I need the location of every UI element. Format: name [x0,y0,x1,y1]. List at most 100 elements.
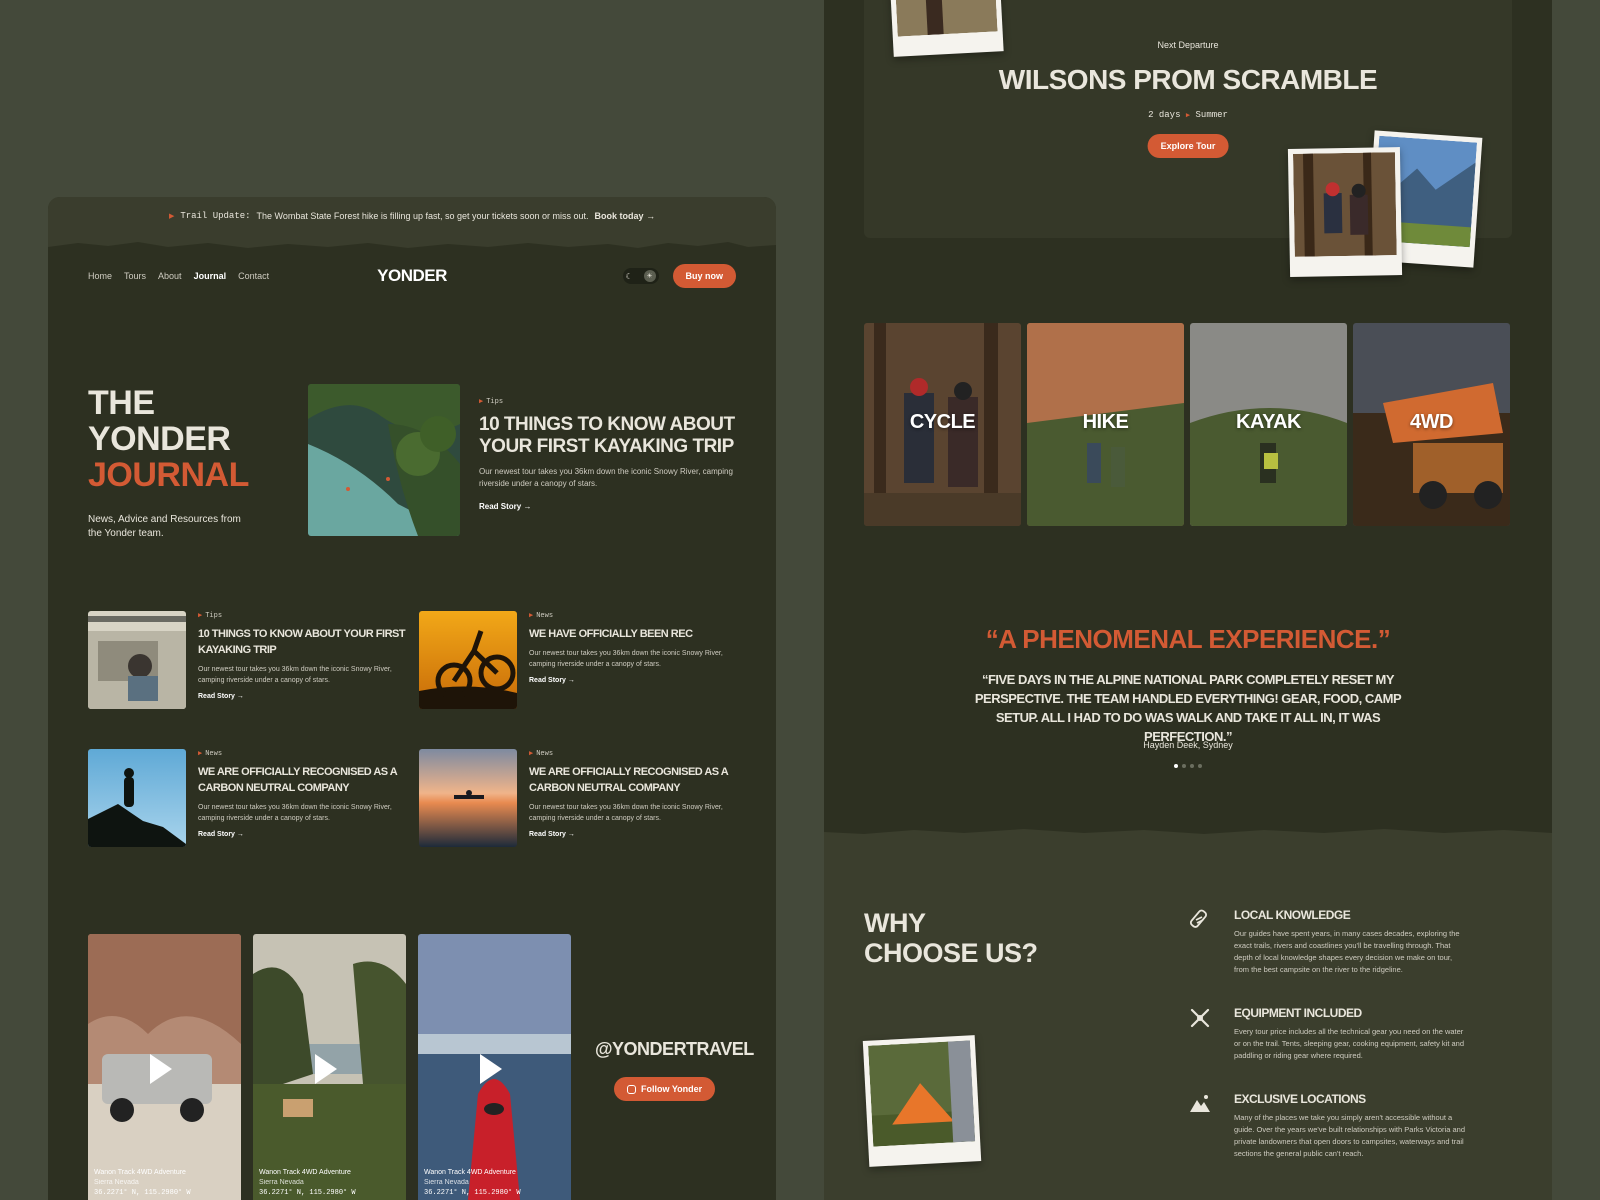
arrow-right-icon: → [236,693,244,700]
article-title: We have officially been rec [529,628,693,640]
trail-update-message: The Wombat State Forest hike is filling … [256,211,589,221]
activity-label: Kayak [1236,411,1301,433]
activity-hike[interactable]: Hike [1027,323,1184,526]
departure-label: Next Departure [1157,40,1219,50]
play-icon[interactable] [150,1054,172,1084]
activity-label: Cycle [909,411,976,433]
activity-kayak[interactable]: Kayak [1190,323,1347,526]
explore-tour-button[interactable]: Explore Tour [1147,134,1229,158]
nav-actions: ☾ ☀ Buy now [622,264,736,288]
article-card[interactable]: ▶ News We are officially recognised as a … [88,749,407,847]
article-card[interactable]: ▶ News We have officially been rec Our ne… [419,611,738,709]
feature-text: Our guides have spent years, in many cas… [1234,929,1460,974]
nav-tours[interactable]: Tours [124,271,146,281]
carousel-dots [824,764,1552,768]
article-card[interactable]: ▶ Tips 10 things to know about your first… [88,611,407,709]
carousel-dot[interactable] [1174,764,1178,768]
testimonial-author: Hayden Deek, Sydney [1143,740,1233,750]
article-thumbnail [419,611,517,709]
activity-cycle[interactable]: Cycle [864,323,1021,526]
article-excerpt: Our newest tour takes you 36km down the … [198,804,392,822]
triangle-icon: ▶ [529,750,534,758]
arrow-right-icon: → [567,831,575,838]
carousel-dot[interactable] [1198,764,1202,768]
play-icon[interactable] [315,1054,337,1084]
article-title: 10 things to know about your first kayak… [198,628,406,656]
article-title: We are officially recognised as a carbon… [198,766,397,794]
article-title: We are officially recognised as a carbon… [529,766,728,794]
article-tag: ▶ Tips [479,398,504,406]
arrow-right-icon: → [567,677,575,684]
book-today-link[interactable]: Book today → [595,211,656,221]
article-thumbnail [88,611,186,709]
testimonial-headline: “A phenomenal experience.” [985,624,1391,654]
featured-image[interactable] [308,384,460,536]
arrow-right-icon: → [236,831,244,838]
activity-4wd[interactable]: 4WD [1353,323,1510,526]
video-card[interactable]: Wanon Track 4WD Adventure Sierra Nevada … [88,934,241,1200]
triangle-icon: ▶ [479,398,484,406]
ridge-divider [48,235,776,253]
activity-label: 4WD [1410,411,1453,433]
activity-tiles: Cycle Hike Kayak 4WD [864,323,1510,526]
arrow-right-icon: → [523,502,532,511]
article-tag: ▶ News [529,750,554,758]
nav-contact[interactable]: Contact [238,271,269,281]
feature-title: Local Knowledge [1234,908,1351,922]
feature-equipment-included: Equipment Included Every tour price incl… [1188,1006,1468,1062]
nav-home[interactable]: Home [88,271,112,281]
video-card[interactable]: Wanon Track 4WD Adventure Sierra Nevada … [418,934,571,1200]
triangle-icon: ▶ [168,213,175,220]
play-icon[interactable] [480,1054,502,1084]
departure-meta: 2 days ▶ Summer [1148,110,1228,120]
video-caption: Wanon Track 4WD Adventure Sierra Nevada … [424,1169,521,1197]
read-story-link[interactable]: Read Story → [198,831,407,838]
featured-title[interactable]: 10 things to know about your first kayak… [479,414,739,458]
nav-journal[interactable]: Journal [194,271,227,281]
polaroid-photo [862,1035,982,1167]
follow-button[interactable]: Follow Yonder [614,1077,716,1101]
testimonial-quote: “Five days in the Alpine National Park c… [974,672,1402,744]
read-story-link[interactable]: Read Story → [479,502,739,511]
feature-local-knowledge: Local Knowledge Our guides have spent ye… [1188,908,1468,976]
why-title: Why choose us? [864,908,1038,968]
triangle-icon: ▶ [1185,112,1191,120]
activity-label: Hike [1082,411,1129,433]
title-line-3: Journal [88,456,249,494]
video-card[interactable]: Wanon Track 4WD Adventure Sierra Nevada … [253,934,406,1200]
video-caption: Wanon Track 4WD Adventure Sierra Nevada … [259,1169,356,1197]
feature-title: Exclusive Locations [1234,1092,1366,1106]
article-tag: ▶ News [198,750,223,758]
compass-icon [1188,908,1212,932]
departure-title: Wilsons Prom Scramble [998,64,1378,95]
article-excerpt: Our newest tour takes you 36km down the … [198,666,392,684]
carousel-dot[interactable] [1190,764,1194,768]
article-tag: ▶ News [529,612,554,620]
trail-update-bar: ▶ Trail Update: The Wombat State Forest … [48,197,776,235]
carousel-dot[interactable] [1182,764,1186,768]
title-line-2: Yonder [88,420,231,458]
polaroid-photo [1287,147,1403,277]
triangle-icon: ▶ [198,750,203,758]
article-card[interactable]: ▶ News We are officially recognised as a … [419,749,738,847]
page-subtitle: News, Advice and Resources from the Yond… [88,514,241,539]
read-story-link[interactable]: Read Story → [529,677,738,684]
read-story-link[interactable]: Read Story → [529,831,738,838]
tools-icon [1188,1006,1212,1030]
triangle-icon: ▶ [529,612,534,620]
feature-exclusive-locations: Exclusive Locations Many of the places w… [1188,1092,1468,1160]
featured-excerpt: Our newest tour takes you 36km down the … [479,467,733,488]
theme-toggle[interactable]: ☾ ☀ [622,268,659,284]
instagram-handle: @YONDERTRAVEL [595,1039,754,1059]
trail-update-label: Trail Update: [180,211,251,221]
journal-page: ▶ Trail Update: The Wombat State Forest … [48,197,776,1200]
logo[interactable]: YONDER [377,266,447,286]
article-grid: ▶ Tips 10 things to know about your first… [88,611,738,847]
main-nav: Home Tours About Journal Contact YONDER … [88,263,736,289]
nav-about[interactable]: About [158,271,182,281]
home-page: Next Departure Wilsons Prom Scramble 2 d… [824,0,1552,1200]
buy-now-button[interactable]: Buy now [672,264,736,288]
instagram-icon [627,1084,636,1094]
read-story-link[interactable]: Read Story → [198,693,407,700]
why-choose-us-section: Why choose us? Local Knowledge Our guide… [824,829,1552,1200]
